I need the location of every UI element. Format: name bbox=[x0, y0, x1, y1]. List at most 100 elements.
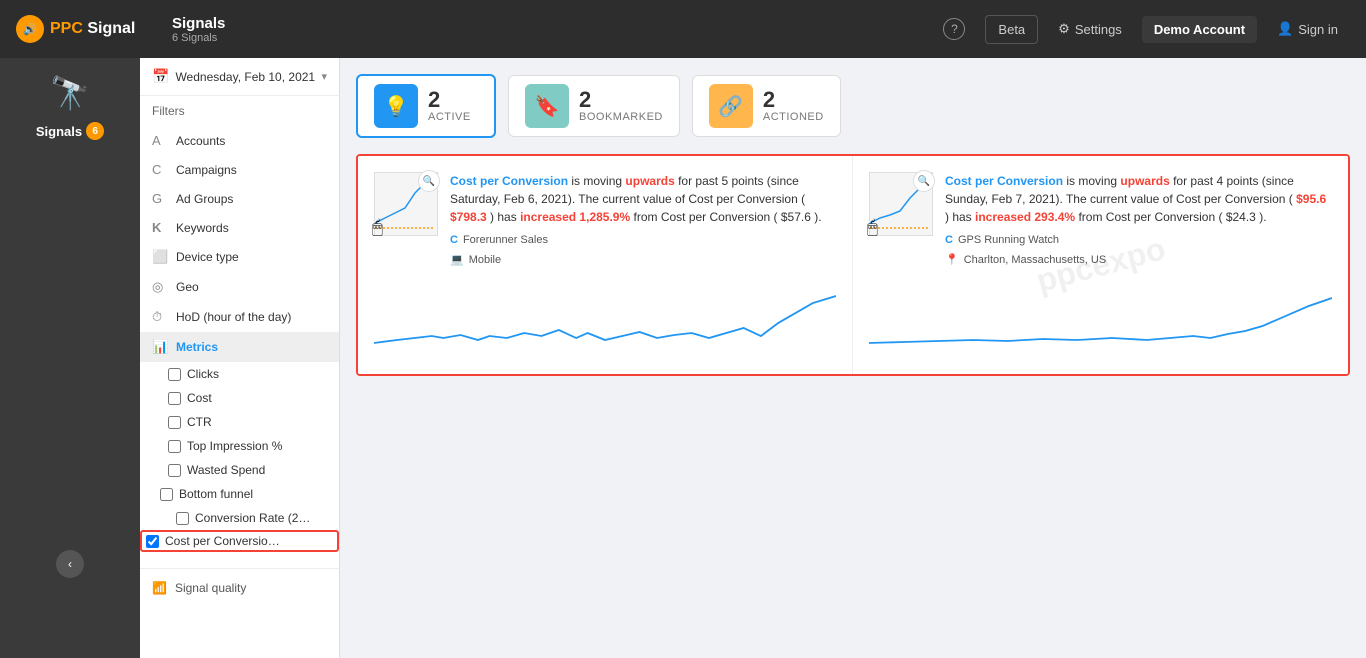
sign-in-button[interactable]: 👤 Sign in bbox=[1265, 15, 1350, 43]
filter-keywords[interactable]: K Keywords bbox=[140, 213, 339, 242]
signal-2-campaign-name: GPS Running Watch bbox=[958, 232, 1059, 249]
collapse-button[interactable]: ‹ bbox=[56, 550, 84, 578]
date-filter-row[interactable]: 📅 Wednesday, Feb 10, 2021 ▾ bbox=[140, 58, 339, 96]
ctr-label: CTR bbox=[187, 415, 212, 429]
conv-rate-checkbox[interactable] bbox=[176, 512, 189, 525]
signal-1-metric-link[interactable]: Cost per Conversion bbox=[450, 174, 568, 188]
cursor-icon-1: 🖱 bbox=[372, 217, 383, 238]
actioned-label: Actioned bbox=[763, 111, 824, 123]
signals-area: 🔍 🖱 Cost per Conversion is moving upward… bbox=[356, 154, 1350, 376]
tab-bookmarked[interactable]: 🔖 2 Bookmarked bbox=[508, 75, 680, 137]
tab-actioned[interactable]: 🔗 2 Actioned bbox=[692, 75, 841, 137]
signal-2-meta: C GPS Running Watch 📍 Charlton, Massachu… bbox=[945, 232, 1332, 268]
chevron-down-icon: ▾ bbox=[321, 70, 327, 83]
demo-account-button[interactable]: Demo Account bbox=[1142, 16, 1257, 43]
filter-hod[interactable]: ⏱ HoD (hour of the day) bbox=[140, 302, 339, 332]
location-icon-2: 📍 bbox=[945, 252, 959, 269]
bottom-funnel-checkbox[interactable] bbox=[160, 488, 173, 501]
tabs-row: 💡 2 Active 🔖 2 Bookmarked 🔗 2 Actioned bbox=[356, 74, 1350, 138]
actioned-tab-icon: 🔗 bbox=[709, 84, 753, 128]
help-icon: ? bbox=[943, 18, 965, 40]
metric-wasted-spend[interactable]: Wasted Spend bbox=[140, 458, 339, 482]
metric-clicks[interactable]: Clicks bbox=[140, 362, 339, 386]
top-impression-label: Top Impression % bbox=[187, 439, 282, 453]
signal-1-direction: upwards bbox=[625, 174, 674, 188]
sub-metric-cost-conv[interactable]: Cost per Conversio… bbox=[140, 530, 339, 552]
clicks-checkbox[interactable] bbox=[168, 368, 181, 381]
signal-2-direction: upwards bbox=[1120, 174, 1169, 188]
sidebar: 🔭 Signals 6 ‹ bbox=[0, 58, 140, 658]
metrics-label: Metrics bbox=[176, 340, 218, 354]
search-icon-2: 🔍 bbox=[913, 170, 935, 192]
filter-geo[interactable]: ◎ Geo bbox=[140, 272, 339, 302]
sparkline-1 bbox=[374, 288, 836, 358]
metric-cost[interactable]: Cost bbox=[140, 386, 339, 410]
filter-keywords-label: Keywords bbox=[176, 221, 229, 235]
metric-ctr[interactable]: CTR bbox=[140, 410, 339, 434]
top-impression-checkbox[interactable] bbox=[168, 440, 181, 453]
date-text: Wednesday, Feb 10, 2021 bbox=[175, 70, 315, 84]
settings-button[interactable]: ⚙ Settings bbox=[1046, 15, 1134, 43]
signal-quality-section: 📶 Signal quality bbox=[140, 568, 339, 607]
signal-2-campaign: C GPS Running Watch bbox=[945, 232, 1332, 249]
main-content: 💡 2 Active 🔖 2 Bookmarked 🔗 2 Actioned bbox=[340, 58, 1366, 658]
signal-1-change: increased 1,285.9% bbox=[520, 210, 630, 224]
beta-button[interactable]: Beta bbox=[985, 15, 1038, 44]
signal-quality-item: 📶 Signal quality bbox=[152, 577, 327, 599]
bookmarked-tab-icon: 🔖 bbox=[525, 84, 569, 128]
metric-top-impression[interactable]: Top Impression % bbox=[140, 434, 339, 458]
device-icon-1: 💻 bbox=[450, 252, 464, 269]
nav-center: Signals 6 Signals bbox=[156, 15, 931, 44]
signal-1-value: $798.3 bbox=[450, 210, 487, 224]
filter-campaigns[interactable]: C Campaigns bbox=[140, 155, 339, 184]
keywords-icon: K bbox=[152, 220, 168, 235]
cost-checkbox[interactable] bbox=[168, 392, 181, 405]
filter-accounts[interactable]: A Accounts bbox=[140, 126, 339, 155]
logo-area: 🔊 PPC Signal bbox=[16, 15, 156, 43]
cost-conv-label: Cost per Conversio… bbox=[165, 534, 280, 548]
active-tab-icon: 💡 bbox=[374, 84, 418, 128]
signal-1-campaign-name: Forerunner Sales bbox=[463, 232, 548, 249]
cursor-icon-2: 🖱 bbox=[867, 217, 878, 238]
filter-device-label: Device type bbox=[176, 250, 239, 264]
hod-icon: ⏱ bbox=[152, 309, 168, 325]
signal-2-location: 📍 Charlton, Massachusetts, US bbox=[945, 252, 1332, 269]
bookmarked-count: 2 bbox=[579, 89, 663, 111]
wasted-spend-checkbox[interactable] bbox=[168, 464, 181, 477]
signal-1-device: 💻 Mobile bbox=[450, 252, 836, 269]
nav-subtitle: 6 Signals bbox=[172, 32, 931, 44]
signal-1-chart bbox=[374, 288, 836, 358]
active-count: 2 bbox=[428, 89, 471, 111]
signal-quality-icon: 📶 bbox=[152, 581, 167, 595]
sub-metric-conv-rate[interactable]: Conversion Rate (2… bbox=[140, 506, 339, 530]
cost-label: Cost bbox=[187, 391, 212, 405]
conv-rate-label: Conversion Rate (2… bbox=[195, 511, 310, 525]
signal-2-location-name: Charlton, Massachusetts, US bbox=[964, 252, 1106, 269]
signal-2-thumb: 🔍 🖱 bbox=[869, 172, 933, 236]
filter-adgroups-label: Ad Groups bbox=[176, 192, 233, 206]
ctr-checkbox[interactable] bbox=[168, 416, 181, 429]
filter-device-type[interactable]: ⬜ Device type bbox=[140, 242, 339, 272]
cost-conv-checkbox[interactable] bbox=[146, 535, 159, 548]
metrics-header[interactable]: 📊 Metrics bbox=[140, 332, 339, 362]
actioned-count: 2 bbox=[763, 89, 824, 111]
person-icon: 👤 bbox=[1277, 21, 1293, 37]
campaign-icon-1: C bbox=[450, 232, 458, 249]
filter-adgroups[interactable]: G Ad Groups bbox=[140, 184, 339, 213]
bottom-funnel-header[interactable]: Bottom funnel bbox=[140, 482, 339, 506]
calendar-icon: 📅 bbox=[152, 68, 169, 85]
metrics-section: 📊 Metrics Clicks Cost CTR Top Impression… bbox=[140, 332, 339, 552]
signal-2-chart bbox=[869, 288, 1332, 358]
signal-card-2: ppcexpo 🔍 🖱 Cost per Conversion is movin… bbox=[853, 156, 1348, 374]
accounts-icon: A bbox=[152, 133, 168, 148]
filter-hod-label: HoD (hour of the day) bbox=[176, 310, 291, 324]
adgroups-icon: G bbox=[152, 191, 168, 206]
signal-2-metric-link[interactable]: Cost per Conversion bbox=[945, 174, 1063, 188]
tab-active[interactable]: 💡 2 Active bbox=[356, 74, 496, 138]
telescope-icon: 🔭 bbox=[50, 74, 90, 112]
settings-icon: ⚙ bbox=[1058, 21, 1070, 37]
sidebar-icon-area: 🔭 Signals 6 bbox=[36, 74, 104, 140]
help-button[interactable]: ? bbox=[931, 12, 977, 46]
filter-accounts-label: Accounts bbox=[176, 134, 225, 148]
nav-actions: ? Beta ⚙ Settings Demo Account 👤 Sign in bbox=[931, 12, 1350, 46]
